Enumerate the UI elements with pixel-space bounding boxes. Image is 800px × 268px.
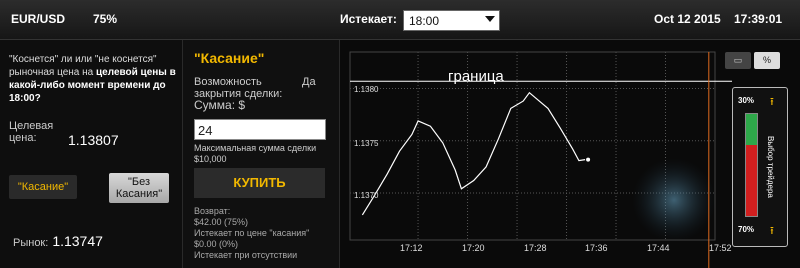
touch-button[interactable]: "Касание" <box>9 175 77 199</box>
max-amount-label: Максимальная сумма сделки <box>194 143 317 153</box>
no-touch-button[interactable]: "Без Касания" <box>109 173 169 203</box>
expires-label: Истекает: <box>340 12 397 26</box>
strike-label-line1: Целевая <box>9 120 54 132</box>
early-close-label: Возможность закрытия сделки: <box>194 76 282 100</box>
current-time: 17:39:01 <box>734 12 783 26</box>
x-tick: 17:28 <box>524 243 547 253</box>
early-close-value: Да <box>302 76 316 88</box>
buy-button[interactable]: КУПИТЬ <box>194 168 325 198</box>
x-tick: 17:36 <box>585 243 608 253</box>
market-price: Рынок: 1.13747 <box>13 233 103 249</box>
no-touch-line1: "Без <box>127 176 151 188</box>
percent-view-button[interactable]: % <box>754 52 780 69</box>
down-share-fill <box>746 144 757 216</box>
expiry-value: 18:00 <box>409 14 440 28</box>
y-tick: 1.1375 <box>354 139 379 148</box>
asset-pair: EUR/USD <box>11 12 66 26</box>
strike-label: Целевая цена: <box>9 120 53 144</box>
option-description: "Коснется" ли или "не коснется" рыночная… <box>9 53 179 105</box>
globe-watermark <box>632 158 716 242</box>
strike-label-line2: цена: <box>9 132 37 144</box>
chevron-down-icon <box>485 16 495 22</box>
return-info: Возврат: $42.00 (75%) Истекает по цене "… <box>194 206 309 261</box>
price-chart <box>349 51 732 268</box>
barrier-annotation: граница <box>448 68 504 85</box>
current-date: Oct 12 2015 <box>654 12 721 26</box>
down-percent: 70% <box>738 225 755 234</box>
return-zero: $0.00 (0%) <box>194 239 239 249</box>
x-tick: 17:12 <box>400 243 423 253</box>
chart-panel: граница 1.1380 1.1375 1.1370 17:12 17:20… <box>340 40 800 268</box>
up-arrow-icon: ⭱ <box>770 225 774 237</box>
market-value: 1.13747 <box>52 233 103 249</box>
chart-view-button[interactable]: ▭ <box>725 52 751 69</box>
return-note: Истекает по цене "касания" <box>194 228 310 238</box>
top-bar: EUR/USD 75% Истекает: 18:00 Oct 12 2015 … <box>0 0 800 40</box>
payout-percent: 75% <box>93 12 118 26</box>
max-amount-value: $10,000 <box>194 154 227 164</box>
y-tick: 1.1380 <box>354 85 379 94</box>
order-panel: "Касание" Возможность закрытия сделки: Д… <box>183 40 340 268</box>
up-percent: 30% <box>738 96 755 105</box>
x-tick: 17:44 <box>647 243 670 253</box>
up-arrow-icon: ⭱ <box>770 96 774 108</box>
x-tick: 17:52 <box>709 243 732 253</box>
return-label: Возврат: <box>194 206 231 216</box>
max-amount: Максимальная сумма сделки $10,000 <box>194 143 316 165</box>
last-price-point <box>586 157 591 162</box>
amount-input[interactable] <box>194 119 326 140</box>
expiry-select[interactable]: 18:00 <box>403 10 500 31</box>
no-touch-line2: Касания" <box>115 188 163 200</box>
y-tick: 1.1370 <box>354 191 379 200</box>
up-share-fill <box>746 114 757 145</box>
x-tick: 17:20 <box>462 243 485 253</box>
early-close-line1: Возможность <box>194 76 262 88</box>
option-type-title: "Касание" <box>194 50 265 66</box>
return-note2: Истекает при отсутствии <box>194 250 298 260</box>
trader-choice-panel: 30% ⭱ Выбор трейдера 70% ⭱ <box>732 87 788 247</box>
strike-value: 1.13807 <box>68 132 119 148</box>
market-label: Рынок: <box>13 237 49 249</box>
price-line <box>361 91 586 216</box>
amount-label: Сумма: $ <box>194 98 246 112</box>
trader-choice-bar <box>745 113 758 217</box>
return-value: $42.00 (75%) <box>194 217 249 227</box>
info-panel: "Коснется" ли или "не коснется" рыночная… <box>0 40 183 268</box>
trader-choice-title: Выбор трейдера <box>766 136 775 198</box>
